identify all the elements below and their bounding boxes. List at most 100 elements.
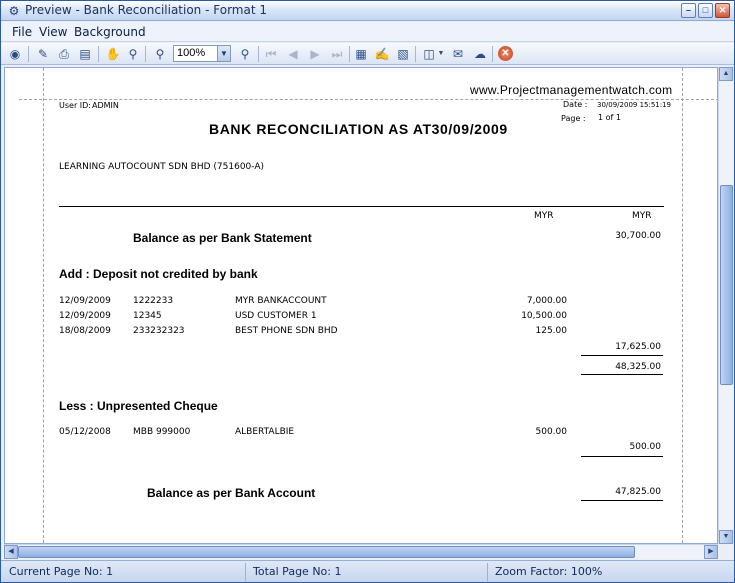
subtotal-rule — [581, 355, 663, 356]
cheque-total-rule — [581, 456, 663, 457]
zoom-in-icon[interactable]: ⚲ — [237, 46, 253, 62]
page-setup-icon[interactable]: ▤ — [77, 46, 93, 62]
cheque-date: 05/12/2008 — [59, 427, 111, 437]
deposit-date: 12/09/2009 — [59, 311, 111, 321]
page-value: 1 of 1 — [598, 113, 621, 122]
zoom-out-icon[interactable]: ⚲ — [152, 46, 168, 62]
maximize-button[interactable]: □ — [698, 3, 713, 18]
vertical-scroll-thumb[interactable] — [720, 185, 733, 385]
cheque-heading: Less : Unpresented Cheque — [59, 399, 218, 413]
user-id-value: ADMIN — [92, 101, 119, 110]
zoom-select[interactable]: 100% ▼ — [173, 45, 231, 62]
toolbar-separator — [349, 46, 350, 62]
scroll-right-icon[interactable]: ▶ — [704, 545, 718, 559]
app-icon: ⚙ — [8, 4, 20, 18]
status-bar: Current Page No: 1 Total Page No: 1 Zoom… — [1, 560, 734, 582]
company-name: LEARNING AUTOCOUNT SDN BHD (751600-A) — [59, 162, 264, 172]
zoom-value: 100% — [177, 47, 206, 59]
website-text: www.Projectmanagementwatch.com — [470, 83, 673, 97]
close-preview-icon[interactable]: ✕ — [498, 46, 513, 61]
deposit-desc: BEST PHONE SDN BHD — [235, 326, 338, 336]
col1-currency: MYR — [534, 211, 554, 221]
menu-bar: File View Background — [1, 22, 734, 42]
deposit-total: 17,625.00 — [615, 342, 661, 352]
subtotal-value: 48,325.00 — [615, 362, 661, 372]
previous-page-icon[interactable]: ◀ — [285, 46, 301, 62]
last-page-icon[interactable]: ⏭ — [329, 46, 345, 62]
hand-tool-icon[interactable]: ✋ — [105, 46, 121, 62]
balance-account-label: Balance as per Bank Account — [147, 486, 316, 500]
report-page: www.Projectmanagementwatch.com User ID: … — [19, 68, 717, 543]
magnifier-icon[interactable]: ⚲ — [125, 46, 141, 62]
title-bar: ⚙ Preview - Bank Reconciliation - Format… — [1, 1, 734, 21]
scroll-up-icon[interactable]: ▲ — [719, 67, 733, 81]
deposit-ref: 12345 — [133, 311, 162, 321]
vertical-scrollbar[interactable]: ▲ ▼ — [718, 67, 733, 544]
deposit-amount: 7,000.00 — [526, 296, 567, 306]
date-label: Date : — [563, 100, 588, 109]
watermark-icon[interactable]: ▧ — [395, 46, 411, 62]
preview-window: ⚙ Preview - Bank Reconciliation - Format… — [0, 0, 735, 583]
toolbar-separator — [98, 46, 99, 62]
report-viewport[interactable]: www.Projectmanagementwatch.com User ID: … — [4, 67, 718, 544]
window-controls: – □ ✕ — [681, 3, 730, 18]
deposit-amount: 10,500.00 — [521, 311, 567, 321]
status-total-page: Total Page No: 1 — [247, 563, 488, 581]
horizontal-scroll-thumb[interactable] — [18, 546, 635, 558]
menu-view[interactable]: View — [39, 25, 67, 39]
toolbar-separator — [258, 46, 259, 62]
binoculars-icon[interactable]: ◉ — [7, 46, 23, 62]
header-divider — [59, 206, 664, 207]
report-title: BANK RECONCILIATION AS AT30/09/2009 — [209, 121, 508, 137]
export-icon[interactable]: ✎ — [35, 46, 51, 62]
status-current-page: Current Page No: 1 — [3, 563, 246, 581]
cheque-desc: ALBERTALBIE — [235, 427, 295, 437]
save-dropdown-icon[interactable]: ▼ — [437, 46, 445, 62]
margin-guide-right — [682, 68, 683, 543]
toolbar-separator — [492, 46, 493, 62]
first-page-icon[interactable]: ⏮ — [263, 46, 279, 62]
horizontal-scrollbar[interactable]: ◀ ▶ — [4, 544, 718, 559]
cheque-amount: 500.00 — [535, 427, 568, 437]
deposit-date: 12/09/2009 — [59, 296, 111, 306]
edit-page-icon[interactable]: ✍ — [374, 46, 390, 62]
multiple-pages-icon[interactable]: ▦ — [353, 46, 369, 62]
chevron-down-icon[interactable]: ▼ — [217, 46, 230, 61]
deposit-desc: MYR BANKACCOUNT — [235, 296, 327, 306]
cloud-send-icon[interactable]: ☁ — [472, 46, 488, 62]
user-id-label: User ID: — [59, 101, 91, 110]
balance-statement-label: Balance as per Bank Statement — [133, 231, 312, 245]
toolbar-separator — [415, 46, 416, 62]
margin-guide-top — [19, 99, 717, 100]
status-zoom-factor: Zoom Factor: 100% — [495, 565, 603, 578]
deposit-date: 18/08/2009 — [59, 326, 111, 336]
menu-background[interactable]: Background — [74, 25, 146, 39]
deposit-ref: 1222233 — [133, 296, 174, 306]
minimize-button[interactable]: – — [681, 3, 696, 18]
email-icon[interactable]: ✉ — [450, 46, 466, 62]
balance-account-value: 47,825.00 — [615, 487, 661, 497]
subtotal-rule-bottom — [581, 374, 663, 375]
cheque-total: 500.00 — [629, 442, 662, 452]
next-page-icon[interactable]: ▶ — [307, 46, 323, 62]
col2-currency: MYR — [632, 211, 652, 221]
date-value: 30/09/2009 15:51:19 — [597, 101, 672, 109]
print-icon[interactable]: ⎙ — [56, 46, 72, 62]
toolbar-separator — [145, 46, 146, 62]
cheque-ref: MBB 999000 — [133, 427, 191, 437]
balance-statement-value: 30,700.00 — [615, 231, 661, 241]
toolbar-separator — [28, 46, 29, 62]
scroll-left-icon[interactable]: ◀ — [4, 545, 18, 559]
toolbar: ◉ ✎ ⎙ ▤ ✋ ⚲ ⚲ 100% ▼ ⚲ ⏮ ◀ ▶ ⏭ ▦ ✍ ▧ ◫ ▼… — [1, 43, 734, 65]
scroll-down-icon[interactable]: ▼ — [719, 530, 733, 544]
deposit-amount: 125.00 — [535, 326, 568, 336]
close-window-button[interactable]: ✕ — [715, 3, 730, 18]
menu-file[interactable]: File — [12, 25, 32, 39]
balance-account-rule — [581, 500, 663, 501]
page-label: Page : — [561, 114, 586, 123]
save-icon[interactable]: ◫ — [421, 46, 437, 62]
deposit-ref: 233232323 — [133, 326, 185, 336]
deposit-desc: USD CUSTOMER 1 — [235, 311, 317, 321]
window-title: Preview - Bank Reconciliation - Format 1 — [25, 3, 267, 17]
deposit-heading: Add : Deposit not credited by bank — [59, 267, 258, 281]
